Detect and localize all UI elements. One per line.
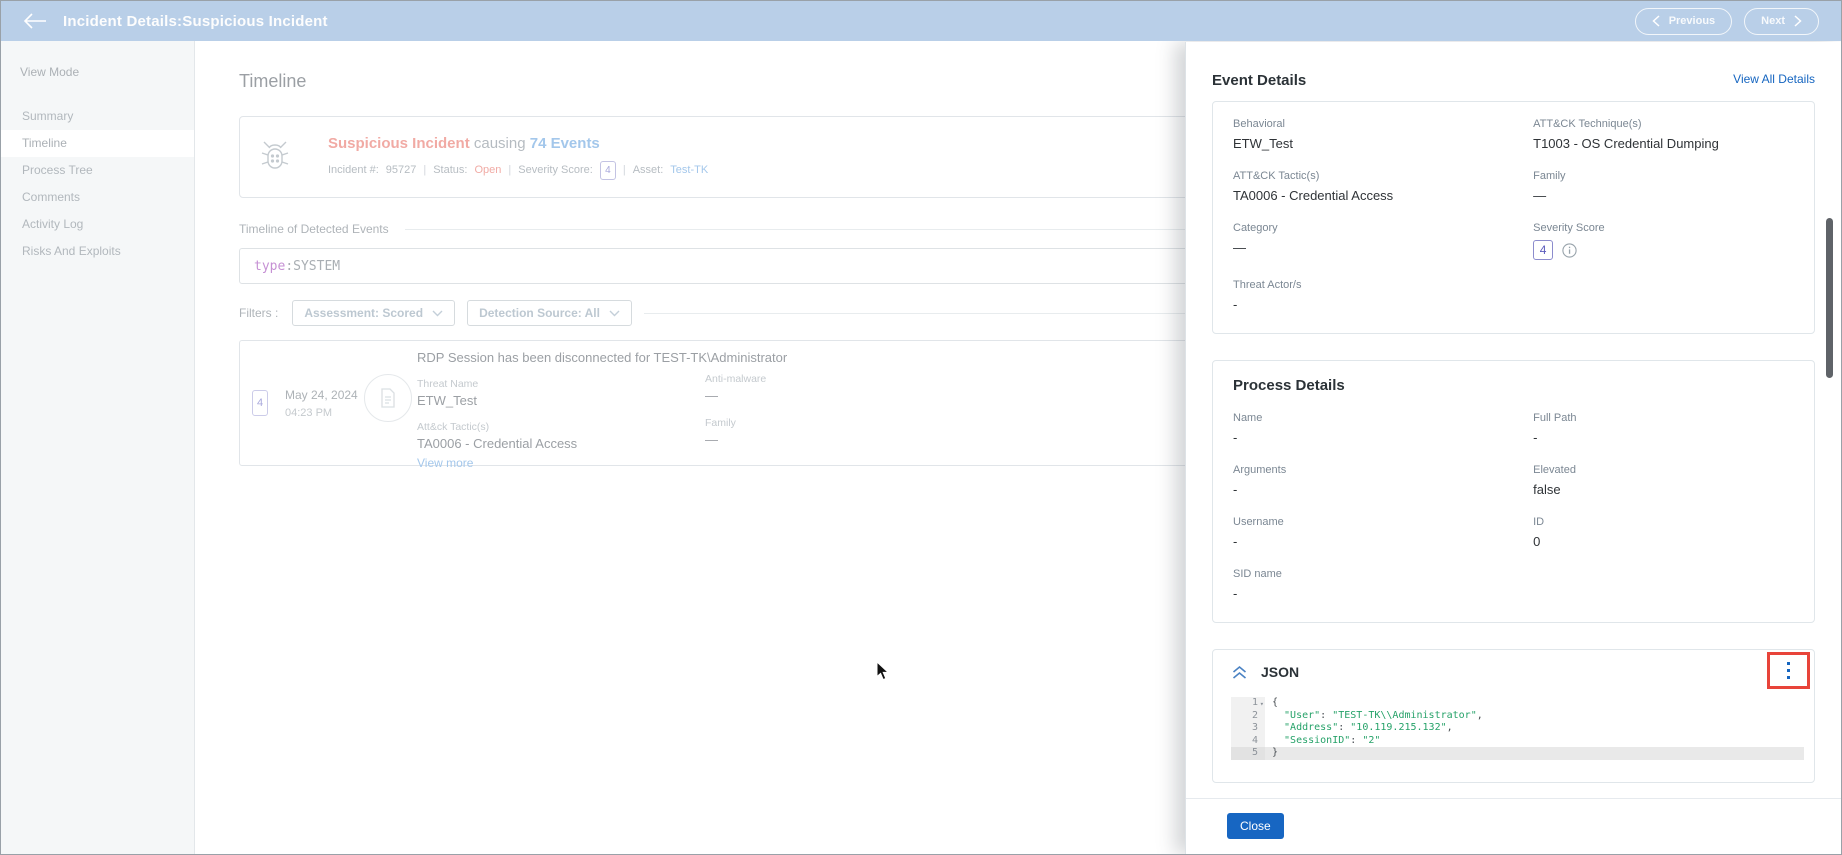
view-mode-sidebar: View Mode Summary Timeline Process Tree … xyxy=(1,41,195,854)
close-button[interactable]: Close xyxy=(1227,813,1284,839)
event-details-card: Behavioral ETW_Test ATT&CK Technique(s) … xyxy=(1212,101,1815,334)
incident-title: Suspicious Incident causing 74 Events xyxy=(328,134,600,152)
next-button[interactable]: Next xyxy=(1744,7,1819,35)
detection-source-filter-dropdown[interactable]: Detection Source: All xyxy=(467,300,632,326)
json-section-card: JSON 1 ▾ { 2 "User": "TEST-TK\\Administra… xyxy=(1212,649,1815,783)
back-arrow-icon[interactable] xyxy=(23,13,47,29)
process-details-card: Process Details Name - Full Path - Argum… xyxy=(1212,360,1815,623)
incident-status-value: Open xyxy=(474,164,502,176)
chevron-left-icon xyxy=(1652,15,1660,27)
field-category: Category — xyxy=(1233,222,1278,255)
event-title: RDP Session has been disconnected for TE… xyxy=(417,350,788,365)
kebab-menu-button[interactable] xyxy=(1783,658,1794,683)
event-date: May 24, 2024 04:23 PM xyxy=(285,388,358,419)
field-process-name: Name - xyxy=(1233,412,1263,445)
event-severity-badge: 4 xyxy=(252,390,268,416)
json-code-line-highlighted: 5 } xyxy=(1231,747,1804,760)
info-icon[interactable] xyxy=(1562,242,1577,258)
event-secondary-fields: Anti-malware — Family — xyxy=(705,373,767,447)
field-attck-tactic: ATT&CK Tactic(s) TA0006 - Credential Acc… xyxy=(1233,170,1394,203)
field-elevated: Elevated false xyxy=(1533,464,1576,497)
incident-events-count[interactable]: 74 Events xyxy=(530,135,600,152)
panel-header: Event Details View All Details xyxy=(1212,72,1815,89)
field-attck-technique: ATT&CK Technique(s) T1003 - OS Credentia… xyxy=(1533,118,1719,151)
event-family: — xyxy=(705,432,718,447)
panel-scrollbar-thumb[interactable] xyxy=(1826,218,1833,378)
field-username: Username - xyxy=(1233,516,1284,549)
mouse-cursor xyxy=(876,661,890,681)
event-type-icon xyxy=(364,374,412,422)
top-header-bar: Incident Details:Suspicious Incident Pre… xyxy=(1,1,1841,41)
field-process-id: ID 0 xyxy=(1533,516,1545,549)
view-all-details-link[interactable]: View All Details xyxy=(1733,72,1815,86)
process-details-title: Process Details xyxy=(1233,377,1345,394)
sidebar-item-comments[interactable]: Comments xyxy=(1,184,194,211)
annotation-highlight-box xyxy=(1767,652,1810,689)
event-details-panel: Event Details View All Details Behaviora… xyxy=(1185,42,1841,854)
incident-pagination: Previous Next xyxy=(1634,7,1819,35)
json-code-viewer[interactable]: 1 ▾ { 2 "User": "TEST-TK\\Administrator",… xyxy=(1231,697,1804,760)
panel-title: Event Details xyxy=(1212,72,1307,89)
field-family: Family — xyxy=(1533,170,1566,203)
incident-details-screen: Incident Details:Suspicious Incident Pre… xyxy=(0,0,1842,855)
json-code-line: 3 "Address": "10.119.215.132", xyxy=(1231,722,1804,735)
field-sid-name: SID name - xyxy=(1233,568,1282,601)
sidebar-item-activity-log[interactable]: Activity Log xyxy=(1,211,194,238)
field-severity-score: Severity Score 4 xyxy=(1533,222,1794,260)
severity-score-box: 4 xyxy=(1533,240,1554,260)
previous-button[interactable]: Previous xyxy=(1634,7,1733,35)
event-time: 04:23 PM xyxy=(285,407,333,419)
severity-score-badge: 4 xyxy=(599,160,616,180)
panel-footer: Close xyxy=(1186,798,1841,854)
chevron-down-icon xyxy=(609,310,620,316)
field-arguments: Arguments - xyxy=(1233,464,1287,497)
assessment-filter-dropdown[interactable]: Assessment: Scored xyxy=(292,300,456,326)
json-section-header: JSON xyxy=(1231,664,1804,680)
json-code-line: 2 "User": "TEST-TK\\Administrator", xyxy=(1231,709,1804,722)
field-full-path: Full Path - xyxy=(1533,412,1577,445)
asset-link[interactable]: Test-TK xyxy=(670,164,708,176)
sidebar-item-summary[interactable]: Summary xyxy=(1,103,194,130)
collapse-section-icon[interactable] xyxy=(1231,665,1248,680)
incident-meta-row: Incident #: 95727 | Status: Open | Sever… xyxy=(328,160,708,180)
chevron-down-icon xyxy=(432,310,443,316)
incident-type-label: Suspicious Incident xyxy=(328,134,470,152)
field-threat-actor: Threat Actor/s - xyxy=(1233,279,1302,312)
sidebar-item-process-tree[interactable]: Process Tree xyxy=(1,157,194,184)
incident-number: 95727 xyxy=(385,164,417,176)
sidebar-item-timeline[interactable]: Timeline xyxy=(1,130,194,157)
json-code-line: 1 ▾ { xyxy=(1231,697,1804,710)
field-behavioral: Behavioral ETW_Test xyxy=(1233,118,1293,151)
sidebar-item-risks-and-exploits[interactable]: Risks And Exploits xyxy=(1,238,194,265)
page-header-title: Incident Details:Suspicious Incident xyxy=(63,12,328,30)
event-details-panel-body: Event Details View All Details Behaviora… xyxy=(1186,42,1841,798)
json-section-title: JSON xyxy=(1261,664,1300,680)
event-antimalware: — xyxy=(705,388,718,403)
bug-icon xyxy=(260,138,292,176)
sidebar-title: View Mode xyxy=(20,65,80,79)
chevron-right-icon xyxy=(1794,15,1802,27)
json-code-line: 4 "SessionID": "2" xyxy=(1231,734,1804,747)
